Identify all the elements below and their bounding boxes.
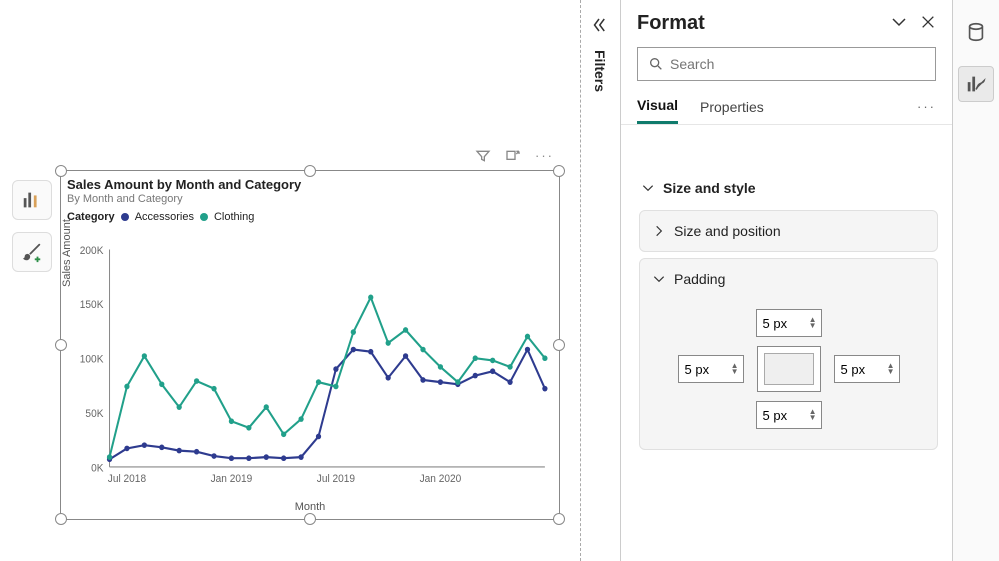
chart-plot-area: 0K 50K 100K 150K 200K Jul 2018 Jan 2019 Jul 201… — [67, 243, 553, 493]
section-size-and-style[interactable]: Size and style — [635, 172, 942, 204]
format-pane-title: Format — [637, 12, 878, 35]
resize-handle-w[interactable] — [55, 339, 67, 351]
resize-handle-e[interactable] — [553, 339, 565, 351]
filter-icon[interactable] — [475, 148, 491, 167]
chevron-right-icon — [652, 224, 666, 238]
tab-properties[interactable]: Properties — [700, 89, 764, 124]
more-icon[interactable]: ··· — [535, 148, 554, 167]
filters-pane-collapsed[interactable]: Filters — [582, 0, 620, 561]
svg-text:Jul 2019: Jul 2019 — [317, 473, 355, 485]
padding-top-input[interactable]: ▲▼ — [756, 309, 822, 337]
brush-plus-icon — [21, 241, 43, 263]
resize-handle-sw[interactable] — [55, 513, 67, 525]
chevron-left-double-icon[interactable] — [590, 16, 608, 37]
padding-right-input[interactable]: ▲▼ — [834, 355, 900, 383]
tabs-more-icon[interactable]: ··· — [917, 99, 936, 114]
tab-visual[interactable]: Visual — [637, 89, 678, 124]
stepper-arrows-icon[interactable]: ▲▼ — [887, 363, 895, 375]
stepper-arrows-icon[interactable]: ▲▼ — [809, 409, 817, 421]
search-input[interactable] — [670, 56, 925, 72]
chart-title: Sales Amount by Month and Category — [67, 177, 553, 192]
close-icon[interactable] — [920, 14, 936, 33]
svg-text:150K: 150K — [80, 299, 104, 311]
right-icon-rail — [952, 0, 999, 561]
chevron-down-icon — [641, 181, 655, 195]
legend-item-0: Accessories — [135, 211, 194, 223]
search-icon — [648, 56, 664, 72]
svg-text:0K: 0K — [91, 462, 103, 474]
format-pane: Format Visual Properties ··· Size and st… — [620, 0, 952, 561]
resize-handle-s[interactable] — [304, 513, 316, 525]
format-pane-icon[interactable] — [958, 66, 994, 102]
svg-text:200K: 200K — [80, 245, 104, 257]
resize-handle-ne[interactable] — [553, 165, 565, 177]
svg-text:Jan 2019: Jan 2019 — [211, 473, 253, 485]
padding-preview-icon — [757, 346, 821, 392]
svg-text:50K: 50K — [85, 408, 103, 420]
stepper-arrows-icon[interactable]: ▲▼ — [731, 363, 739, 375]
chart-subtitle: By Month and Category — [67, 193, 553, 205]
filters-label: Filters — [592, 50, 608, 92]
x-axis-label: Month — [67, 501, 553, 513]
svg-text:100K: 100K — [80, 353, 104, 365]
svg-text:Jan 2020: Jan 2020 — [420, 473, 462, 485]
stepper-arrows-icon[interactable]: ▲▼ — [809, 317, 817, 329]
chevron-down-icon[interactable] — [890, 13, 908, 34]
resize-handle-nw[interactable] — [55, 165, 67, 177]
card-padding[interactable]: Padding — [640, 259, 937, 299]
report-canvas[interactable]: ··· Sales Amount by Month and Category B… — [0, 0, 580, 561]
card-size-and-position[interactable]: Size and position — [640, 211, 937, 251]
legend-item-1: Clothing — [214, 211, 254, 223]
padding-bottom-input[interactable]: ▲▼ — [756, 401, 822, 429]
resize-handle-se[interactable] — [553, 513, 565, 525]
formatting-tool-chart[interactable] — [12, 180, 52, 220]
formatting-tool-brush[interactable] — [12, 232, 52, 272]
format-search[interactable] — [637, 47, 936, 81]
svg-text:Jul 2018: Jul 2018 — [108, 473, 146, 485]
padding-left-input[interactable]: ▲▼ — [678, 355, 744, 383]
resize-handle-n[interactable] — [304, 165, 316, 177]
chevron-down-icon — [652, 272, 666, 286]
chart-visual[interactable]: ··· Sales Amount by Month and Category B… — [60, 170, 560, 520]
focus-icon[interactable] — [505, 148, 521, 167]
data-pane-icon[interactable] — [958, 14, 994, 50]
bar-chart-icon — [21, 189, 43, 211]
chart-legend: Category Accessories Clothing — [67, 211, 553, 223]
